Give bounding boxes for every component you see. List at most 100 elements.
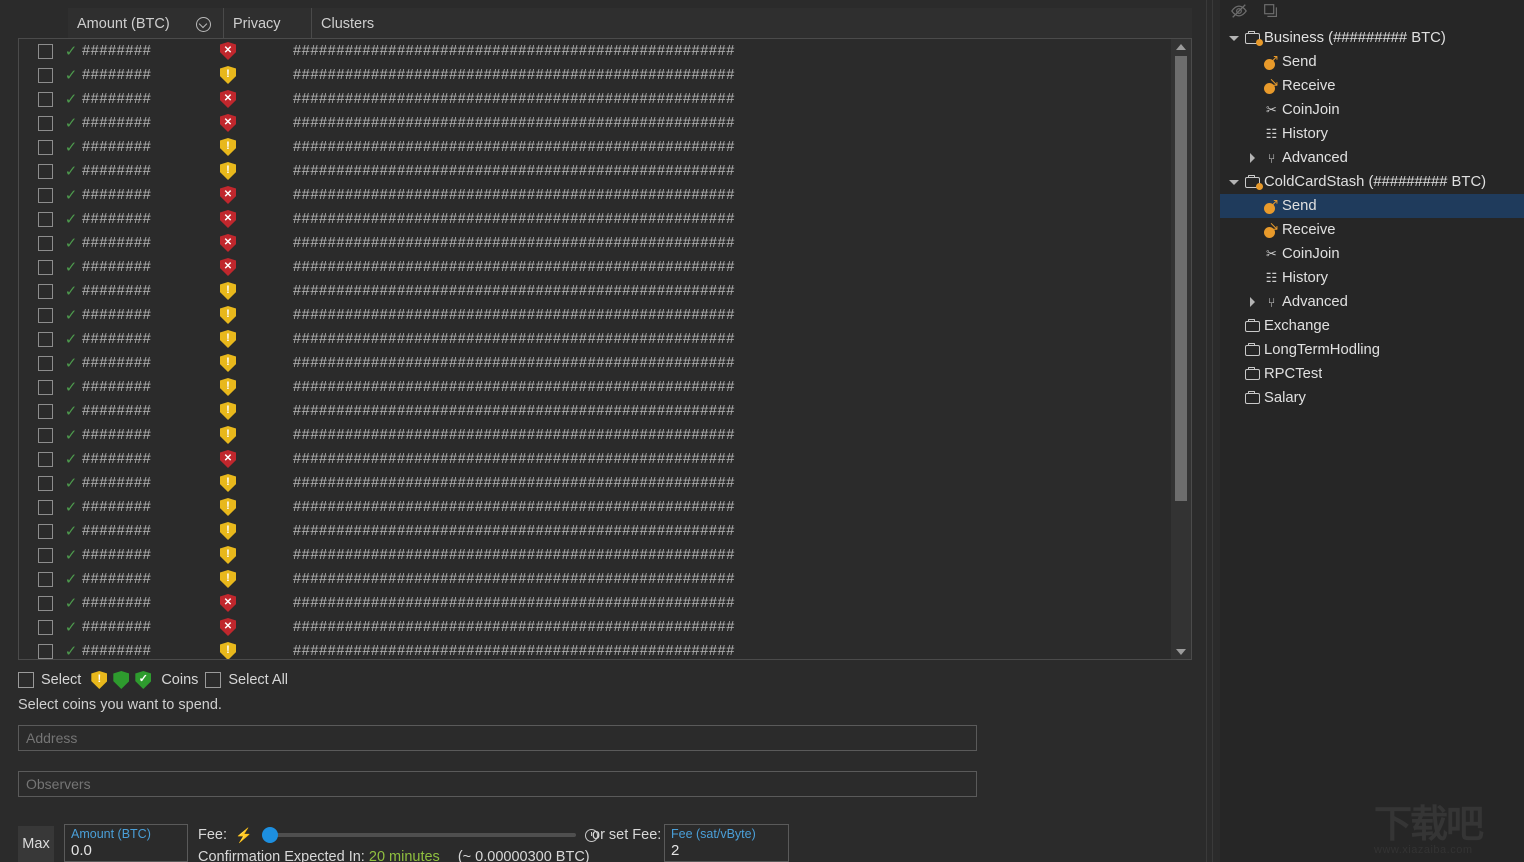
amount-value[interactable]: 0.0 xyxy=(71,842,181,860)
row-select-checkbox[interactable] xyxy=(38,115,53,131)
confirmed-check-icon: ✓ xyxy=(64,90,78,108)
copy-layers-icon[interactable] xyxy=(1262,2,1280,20)
sidebar-item-coldcardstash-btc[interactable]: ColdCardStash (######### BTC) xyxy=(1220,170,1524,194)
row-select-checkbox[interactable] xyxy=(38,355,53,371)
sidebar-item-send[interactable]: ↗ Send xyxy=(1220,50,1524,74)
sort-circle-chevron-down-icon[interactable] xyxy=(196,16,211,32)
table-row[interactable]: ✓ ######## ✕ ##############################… xyxy=(19,255,1172,279)
row-select-checkbox[interactable] xyxy=(38,427,53,443)
row-select-checkbox[interactable] xyxy=(38,499,53,515)
row-select-checkbox[interactable] xyxy=(38,67,53,83)
table-row[interactable]: ✓ ########! ##############################… xyxy=(19,375,1172,399)
scroll-up-arrow-icon[interactable] xyxy=(1171,39,1191,54)
table-row[interactable]: ✓ ########! ##############################… xyxy=(19,63,1172,87)
observers-input[interactable] xyxy=(18,771,977,797)
amount-input-box[interactable]: Amount (BTC) 0.0 xyxy=(64,824,188,862)
table-row[interactable]: ✓ ########! ##############################… xyxy=(19,519,1172,543)
fee-slider-track[interactable] xyxy=(262,827,576,843)
fee-value[interactable]: 2 xyxy=(671,842,782,860)
sidebar-item-advanced[interactable]: ⑂ Advanced xyxy=(1220,290,1524,314)
table-row[interactable]: ✓ ########! ##############################… xyxy=(19,543,1172,567)
row-select-checkbox[interactable] xyxy=(38,163,53,179)
row-select-checkbox[interactable] xyxy=(38,643,53,659)
table-row[interactable]: ✓ ######## ✕ ##############################… xyxy=(19,111,1172,135)
row-select-checkbox[interactable] xyxy=(38,43,53,59)
column-header-clusters[interactable]: Clusters xyxy=(312,8,1192,40)
table-row[interactable]: ✓ ########! ##############################… xyxy=(19,567,1172,591)
row-select-checkbox[interactable] xyxy=(38,619,53,635)
select-checkbox[interactable] xyxy=(18,672,34,688)
table-row[interactable]: ✓ ######## ✕ ##############################… xyxy=(19,87,1172,111)
table-row[interactable]: ✓ ########! ##############################… xyxy=(19,159,1172,183)
sidebar-item-history[interactable]: ☷ History xyxy=(1220,266,1524,290)
select-all-checkbox[interactable] xyxy=(205,672,222,688)
column-header-amount[interactable]: Amount (BTC) xyxy=(68,8,224,40)
table-row[interactable]: ✓ ########! ##############################… xyxy=(19,327,1172,351)
fee-input-box[interactable]: Fee (sat/vByte) 2 xyxy=(664,824,789,862)
sidebar-item-salary[interactable]: Salary xyxy=(1220,386,1524,410)
row-select-checkbox[interactable] xyxy=(38,523,53,539)
table-row[interactable]: ✓ ######## ✕ ##############################… xyxy=(19,207,1172,231)
sidebar-item-advanced[interactable]: ⑂ Advanced xyxy=(1220,146,1524,170)
coin-list-scrollbar[interactable] xyxy=(1171,39,1191,659)
coin-list[interactable]: ✓ ######## ✕ ##############################… xyxy=(18,38,1192,660)
row-select-checkbox[interactable] xyxy=(38,283,53,299)
table-row[interactable]: ✓ ######## ✕ ##############################… xyxy=(19,39,1172,63)
sidebar-item-coinjoin[interactable]: ✂ CoinJoin xyxy=(1220,98,1524,122)
table-row[interactable]: ✓ ########! ##############################… xyxy=(19,279,1172,303)
scrollbar-thumb[interactable] xyxy=(1175,56,1187,501)
column-header-privacy[interactable]: Privacy xyxy=(224,8,312,40)
sidebar-item-receive[interactable]: ↘ Receive xyxy=(1220,74,1524,98)
row-select-checkbox[interactable] xyxy=(38,379,53,395)
expander-expanded-icon[interactable] xyxy=(1226,179,1242,185)
row-select-checkbox[interactable] xyxy=(38,259,53,275)
row-select-checkbox[interactable] xyxy=(38,451,53,467)
row-select-checkbox[interactable] xyxy=(38,547,53,563)
shield-plain-icon[interactable] xyxy=(113,671,130,689)
row-select-checkbox[interactable] xyxy=(38,403,53,419)
fee-slider-thumb[interactable] xyxy=(262,827,279,843)
row-select-checkbox[interactable] xyxy=(38,139,53,155)
sidebar-item-history[interactable]: ☷ History xyxy=(1220,122,1524,146)
panel-splitter[interactable] xyxy=(1196,0,1220,862)
eye-off-icon[interactable] xyxy=(1230,2,1248,20)
table-row[interactable]: ✓ ######## ✕ ##############################… xyxy=(19,615,1172,639)
shield-warning-icon[interactable]: ! xyxy=(91,671,108,689)
row-select-checkbox[interactable] xyxy=(38,235,53,251)
row-select-checkbox[interactable] xyxy=(38,475,53,491)
expander-expanded-icon[interactable] xyxy=(1226,35,1242,41)
sidebar-item-send[interactable]: ↗ Send xyxy=(1220,194,1524,218)
table-row[interactable]: ✓ ########! ##############################… xyxy=(19,351,1172,375)
table-row[interactable]: ✓ ########! ##############################… xyxy=(19,639,1172,659)
address-input[interactable] xyxy=(18,725,977,751)
row-select-checkbox[interactable] xyxy=(38,595,53,611)
table-row[interactable]: ✓ ######## ✕ ##############################… xyxy=(19,183,1172,207)
table-row[interactable]: ✓ ########! ##############################… xyxy=(19,495,1172,519)
row-select-checkbox[interactable] xyxy=(38,331,53,347)
table-row[interactable]: ✓ ########! ##############################… xyxy=(19,303,1172,327)
sidebar-item-longtermhodling[interactable]: LongTermHodling xyxy=(1220,338,1524,362)
row-select-checkbox[interactable] xyxy=(38,91,53,107)
sidebar-item-coinjoin[interactable]: ✂ CoinJoin xyxy=(1220,242,1524,266)
table-row[interactable]: ✓ ########! ##############################… xyxy=(19,471,1172,495)
table-row[interactable]: ✓ ######## ✕ ##############################… xyxy=(19,231,1172,255)
max-button[interactable]: Max xyxy=(18,826,54,862)
expander-collapsed-icon[interactable] xyxy=(1244,153,1260,163)
sidebar-item-receive[interactable]: ↘ Receive xyxy=(1220,218,1524,242)
sidebar-item-rpctest[interactable]: RPCTest xyxy=(1220,362,1524,386)
table-row[interactable]: ✓ ######## ✕ ##############################… xyxy=(19,447,1172,471)
table-row[interactable]: ✓ ######## ✕ ##############################… xyxy=(19,591,1172,615)
row-select-checkbox[interactable] xyxy=(38,307,53,323)
row-select-checkbox[interactable] xyxy=(38,187,53,203)
expander-collapsed-icon[interactable] xyxy=(1244,297,1260,307)
row-select-checkbox[interactable] xyxy=(38,571,53,587)
cell-privacy: ! xyxy=(198,642,258,659)
table-row[interactable]: ✓ ########! ##############################… xyxy=(19,399,1172,423)
table-row[interactable]: ✓ ########! ##############################… xyxy=(19,135,1172,159)
table-row[interactable]: ✓ ########! ##############################… xyxy=(19,423,1172,447)
scroll-down-arrow-icon[interactable] xyxy=(1171,644,1191,659)
shield-check-icon[interactable]: ✓ xyxy=(135,671,152,689)
sidebar-item-business-btc[interactable]: Business (######### BTC) xyxy=(1220,26,1524,50)
sidebar-item-exchange[interactable]: Exchange xyxy=(1220,314,1524,338)
row-select-checkbox[interactable] xyxy=(38,211,53,227)
